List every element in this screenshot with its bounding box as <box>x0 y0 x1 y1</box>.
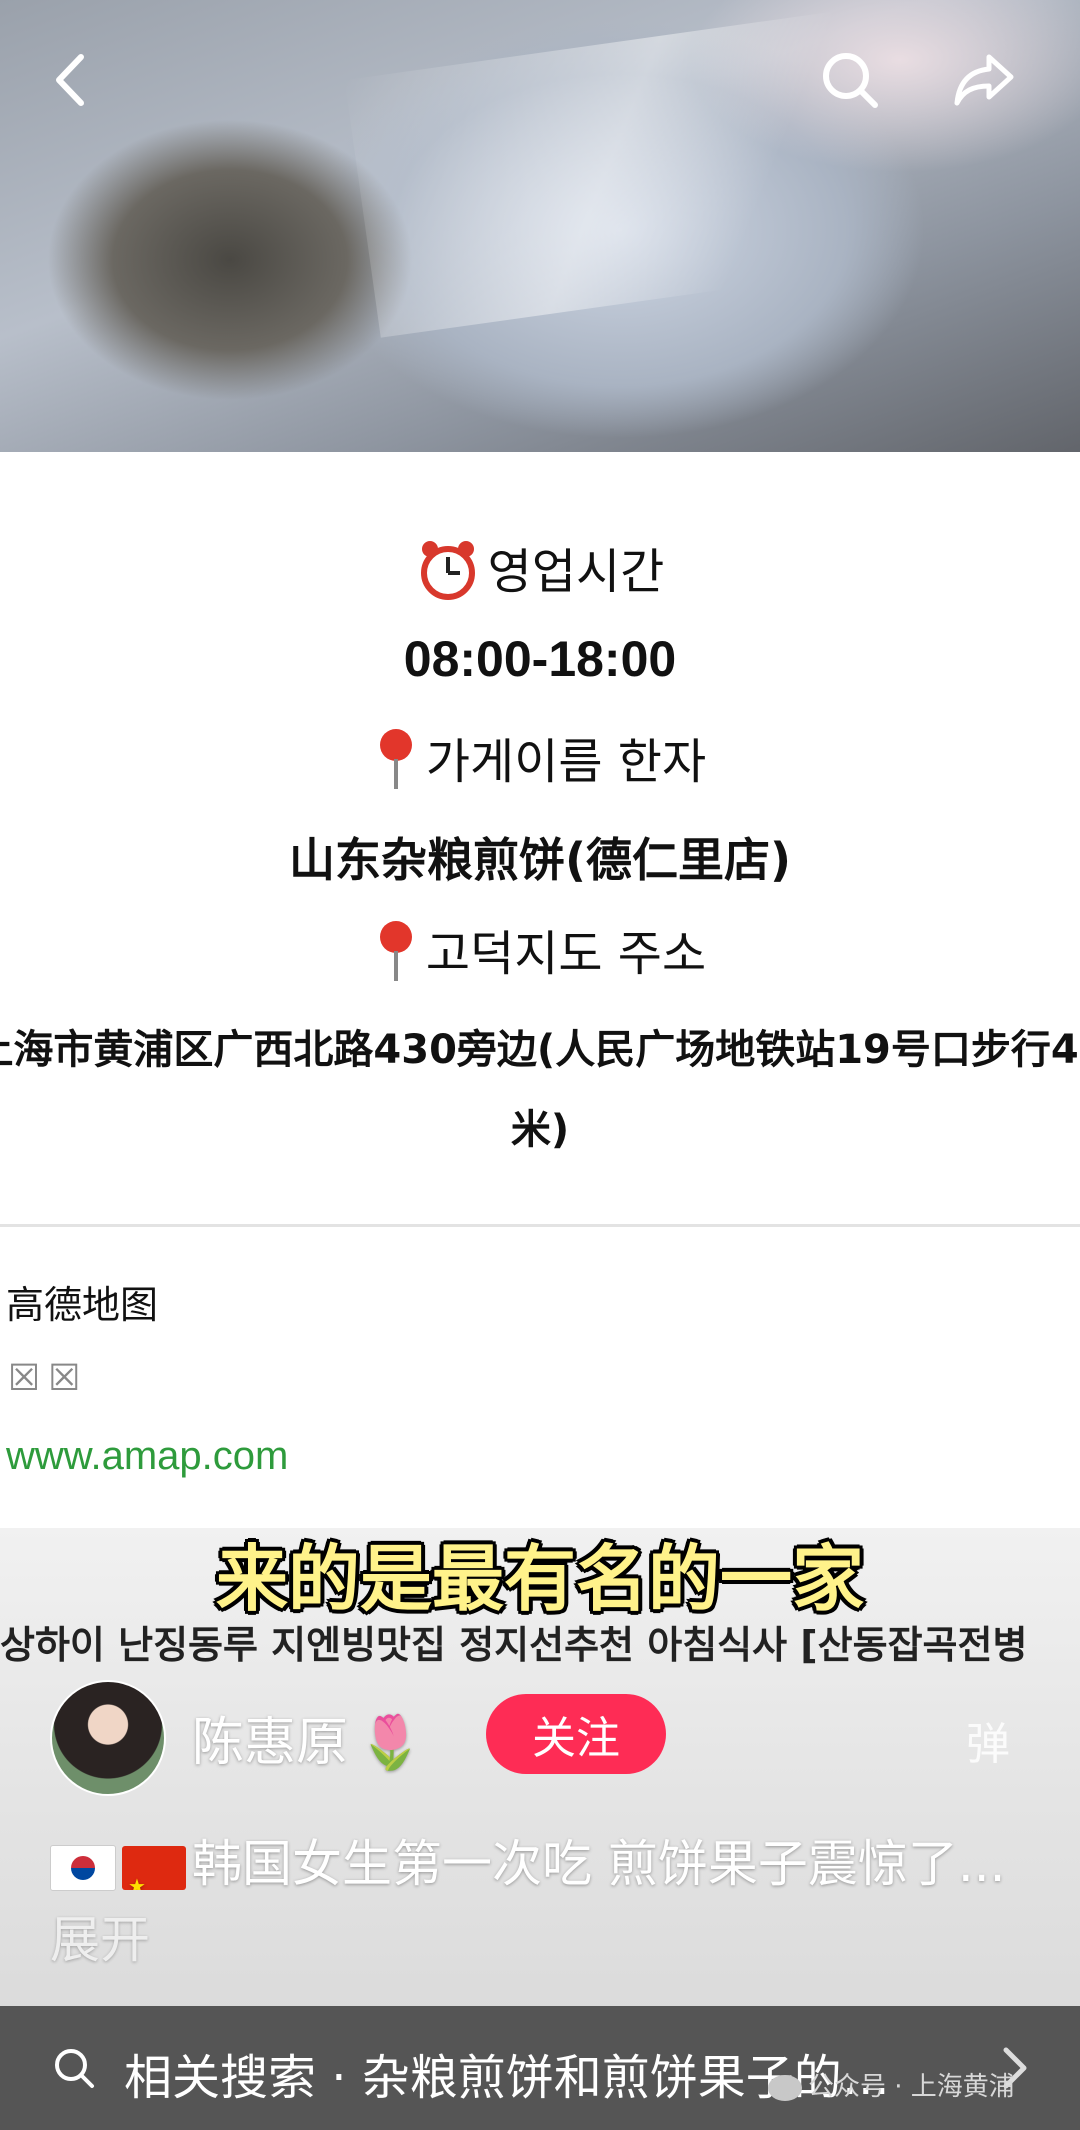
korea-flag-icon <box>50 1844 116 1891</box>
wechat-watermark: 公众号 · 上海黄浦 <box>768 2066 1015 2103</box>
address-heading-text: 고덕지도 주소 <box>425 926 707 982</box>
video-subtitle: 来的是最有名的一家 <box>215 1537 864 1621</box>
address-line-1: 上海市黄浦区广西北路430旁边(人民广场地铁站19号口步行43 <box>0 1027 1080 1073</box>
tulip-icon: 🌷 <box>358 1713 423 1773</box>
amap-link-card[interactable]: 高德地图 ☒☒ www.amap.com <box>0 1228 1080 1528</box>
back-button[interactable] <box>32 40 112 120</box>
hours-heading: 영업시간 <box>0 532 1080 613</box>
back-arrow-icon <box>56 54 84 106</box>
video-frame-photo[interactable] <box>0 0 1080 452</box>
follow-button[interactable]: 关注 <box>486 1694 666 1774</box>
korean-title-line: 상하이 난징동루 지엔빙맛집 정지선추천 아침식사 [산동잡곡전병 <box>0 1623 1028 1667</box>
address-line-2: 米) <box>510 1107 570 1153</box>
store-name-heading-text: 가게이름 한자 <box>425 734 707 790</box>
china-flag-icon <box>122 1845 186 1890</box>
amap-card-title: 高德地图 <box>6 1283 159 1327</box>
hours-value: 08:00-18:00 <box>403 631 677 687</box>
address-heading: 고덕지도 주소 <box>0 914 1080 995</box>
amap-url-link[interactable]: www.amap.com <box>6 1434 288 1479</box>
search-icon <box>55 2049 94 2088</box>
video-caption[interactable]: 韩国女生第一次吃 煎饼果子震惊了... 展开 <box>50 1826 1040 1978</box>
author-name[interactable]: 陈惠原 🌷 <box>192 1700 423 1775</box>
author-avatar[interactable] <box>50 1680 166 1796</box>
danmu-toggle[interactable]: 弹 <box>966 1708 1010 1772</box>
search-button[interactable] <box>810 40 890 120</box>
caption-text: 韩国女生第一次吃 煎饼果子震惊了... <box>192 1835 1006 1893</box>
broken-glyph-boxes: ☒☒ <box>8 1358 89 1399</box>
expand-link[interactable]: 展开 <box>50 1911 150 1969</box>
share-button[interactable] <box>944 40 1024 120</box>
search-icon <box>823 53 878 108</box>
store-name-value: 山东杂粮煎饼(德仁里店) <box>288 833 792 887</box>
alarm-clock-icon <box>416 537 480 613</box>
store-name-heading: 가게이름 한자 <box>0 722 1080 803</box>
wechat-logo-icon <box>768 2074 802 2101</box>
share-icon <box>954 54 1014 106</box>
hours-heading-text: 영업시간 <box>487 544 665 600</box>
author-name-text: 陈惠原 <box>192 1713 349 1773</box>
divider <box>0 1224 1080 1227</box>
watermark-text: 公众号 · 上海黄浦 <box>808 2072 1015 2102</box>
map-pin-icon <box>374 727 418 803</box>
store-info-panel: 영업시간 08:00-18:00 가게이름 한자 山东杂粮煎饼(德仁里店) 고덕… <box>0 452 1080 1222</box>
map-pin-icon <box>374 919 418 995</box>
